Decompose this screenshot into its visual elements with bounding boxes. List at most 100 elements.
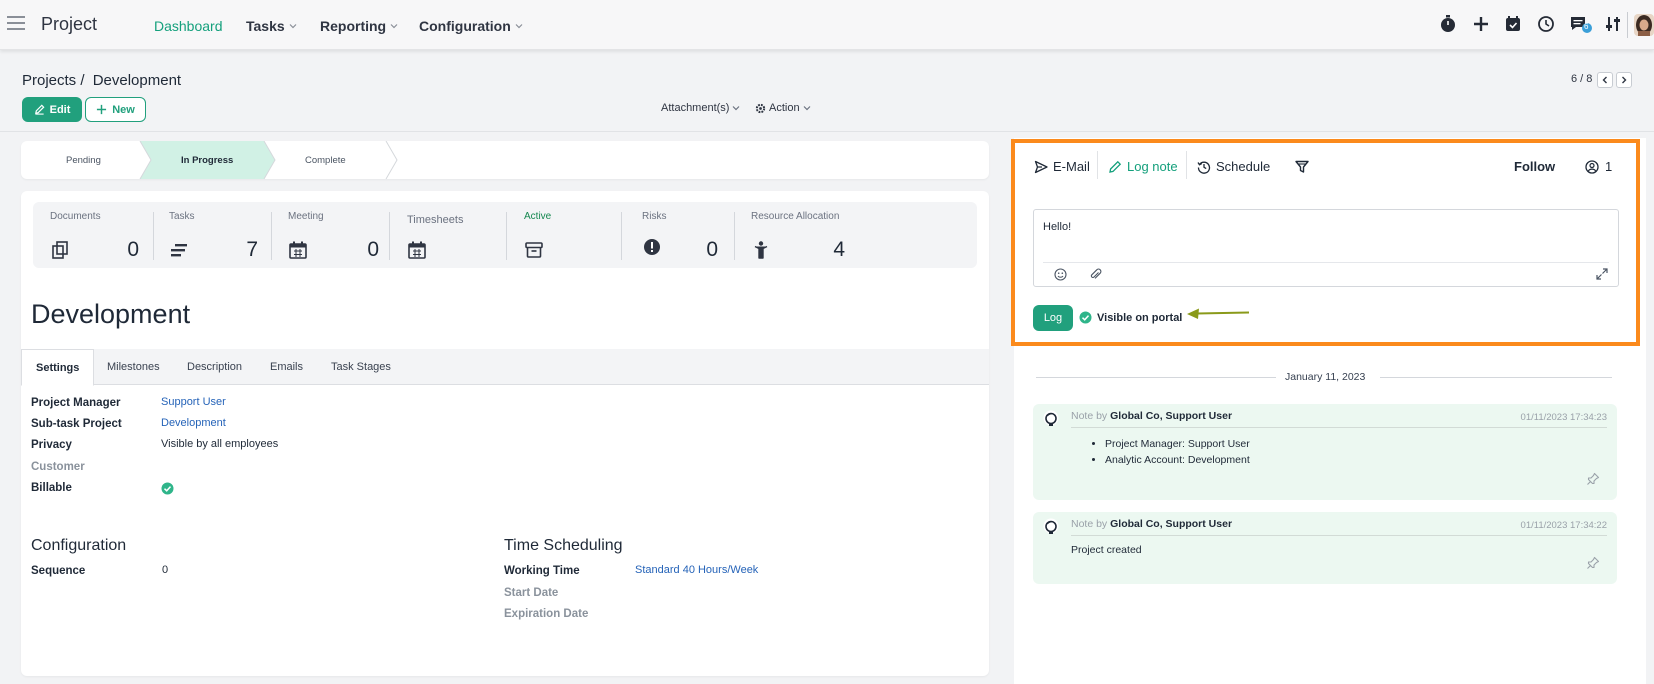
tab-description[interactable]: Description (187, 349, 242, 385)
stat-risks[interactable]: Risks 0 (622, 202, 734, 268)
chevron-down-icon (289, 24, 297, 29)
tab-milestones[interactable]: Milestones (107, 349, 160, 385)
message-author[interactable]: Global Co, Support User (1110, 518, 1232, 530)
tracking-value-item: Analytic Account: Development (1105, 452, 1250, 468)
menu-configuration[interactable]: Configuration (419, 18, 523, 34)
privacy-label: Privacy (31, 439, 72, 451)
subtask-project-link[interactable]: Development (161, 417, 226, 429)
stat-resource-allocation[interactable]: Resource Allocation 4 (735, 202, 855, 268)
attachments-dropdown[interactable]: Attachment(s) (661, 102, 740, 114)
tracking-value-item: Project Manager: Support User (1105, 436, 1250, 452)
stat-risks-label: Risks (642, 211, 667, 222)
stat-meeting[interactable]: Meeting 0 (272, 202, 389, 268)
action-dropdown[interactable]: Action (755, 102, 811, 114)
message-body: Project created (1071, 544, 1142, 556)
menu-tasks-label: Tasks (246, 18, 285, 34)
message-date: 01/11/2023 17:34:23 (1520, 412, 1607, 423)
notebook-tabs: Settings Milestones Description Emails T… (21, 349, 989, 386)
stat-resource-allocation-label: Resource Allocation (751, 211, 840, 222)
pager-previous-button[interactable] (1597, 72, 1613, 88)
stat-active-label: Active (524, 211, 552, 222)
app-title[interactable]: Project (41, 14, 97, 35)
edit-button-label: Edit (49, 103, 71, 116)
stat-documents-label: Documents (50, 211, 101, 222)
highlight-box (1011, 139, 1640, 346)
chatter-message: Note by Global Co, Support User 01/11/20… (1033, 404, 1617, 500)
breadcrumb-projects-link[interactable]: Projects (22, 72, 76, 89)
gear-icon (755, 103, 766, 113)
stat-documents[interactable]: Documents 0 (33, 202, 153, 268)
messages-icon[interactable]: 6 (1569, 14, 1592, 34)
control-panel-divider (0, 131, 1654, 132)
documents-icon (52, 241, 68, 259)
settings-sliders-icon[interactable] (1603, 14, 1623, 34)
stat-risks-value: 0 (706, 238, 718, 261)
menu-reporting-label: Reporting (320, 18, 387, 34)
menu-tasks[interactable]: Tasks (246, 18, 297, 34)
project-manager-label: Project Manager (31, 397, 121, 409)
menu-configuration-label: Configuration (419, 18, 511, 34)
clock-icon[interactable] (1536, 14, 1556, 34)
plus-icon[interactable] (1471, 14, 1491, 34)
chatter-message: Note by Global Co, Support User 01/11/20… (1033, 512, 1617, 584)
stopwatch-icon[interactable] (1438, 14, 1458, 34)
menu-reporting[interactable]: Reporting (320, 18, 398, 34)
chevron-down-icon (733, 106, 740, 111)
menu-dashboard[interactable]: Dashboard (154, 18, 223, 34)
date-separator: January 11, 2023 (1285, 371, 1366, 383)
tab-emails[interactable]: Emails (270, 349, 303, 385)
stage-complete[interactable]: Complete (305, 155, 346, 166)
expiration-date-label: Expiration Date (504, 608, 589, 620)
working-time-label: Working Time (504, 565, 580, 577)
avatar[interactable] (1043, 410, 1059, 426)
avatar[interactable] (1043, 518, 1059, 534)
pin-icon[interactable] (1586, 472, 1600, 486)
stat-meeting-label: Meeting (288, 211, 324, 222)
billable-label: Billable (31, 482, 72, 494)
stage-pending[interactable]: Pending (66, 155, 101, 166)
message-header-line (1071, 427, 1607, 428)
start-date-label: Start Date (504, 587, 559, 599)
calendar-check-icon[interactable] (1503, 14, 1523, 34)
sequence-label: Sequence (31, 565, 86, 577)
stat-active[interactable]: Active (507, 202, 621, 268)
chevron-down-icon (515, 24, 523, 29)
billable-checkbox[interactable] (161, 482, 174, 495)
chevron-right-icon (1622, 76, 1627, 84)
new-button[interactable]: New (85, 97, 146, 122)
tasks-icon (171, 244, 187, 257)
tab-task-stages[interactable]: Task Stages (331, 349, 391, 385)
hamburger-menu-icon[interactable] (7, 14, 25, 32)
stat-tasks-label: Tasks (169, 211, 195, 222)
breadcrumb-separator: / (80, 72, 85, 89)
calendar-icon (289, 241, 307, 259)
stat-timesheets[interactable]: Timesheets (390, 202, 506, 268)
pencil-icon (34, 104, 45, 115)
attachments-label: Attachment(s) (661, 102, 730, 114)
stage-in-progress[interactable]: In Progress (181, 155, 233, 166)
subtask-project-label: Sub-task Project (31, 418, 122, 430)
working-time-link[interactable]: Standard 40 Hours/Week (635, 564, 758, 576)
project-manager-link[interactable]: Support User (161, 396, 226, 408)
messages-badge: 6 (1584, 22, 1589, 31)
menu-dashboard-label: Dashboard (154, 18, 223, 34)
action-label: Action (769, 102, 800, 114)
stat-tasks-value: 7 (246, 238, 258, 261)
pin-icon[interactable] (1586, 556, 1600, 570)
customer-label: Customer (31, 461, 85, 473)
new-button-label: New (112, 103, 135, 116)
risk-icon (644, 239, 660, 255)
chevron-down-icon (390, 24, 398, 29)
message-author[interactable]: Global Co, Support User (1110, 410, 1232, 422)
time-scheduling-group-title: Time Scheduling (504, 537, 623, 554)
sequence-value[interactable]: 0 (162, 564, 168, 576)
user-avatar[interactable] (1634, 14, 1654, 36)
date-separator-line-right (1380, 377, 1612, 378)
record-title: Development (31, 299, 191, 329)
tab-settings[interactable]: Settings (21, 349, 95, 386)
stat-tasks[interactable]: Tasks 7 (154, 202, 271, 268)
stat-resource-allocation-value: 4 (833, 238, 845, 261)
edit-button[interactable]: Edit (22, 97, 82, 122)
smart-buttons: Documents 0 Tasks 7 Meeting 0 Timesheets… (33, 202, 977, 268)
pager-next-button[interactable] (1616, 72, 1632, 88)
